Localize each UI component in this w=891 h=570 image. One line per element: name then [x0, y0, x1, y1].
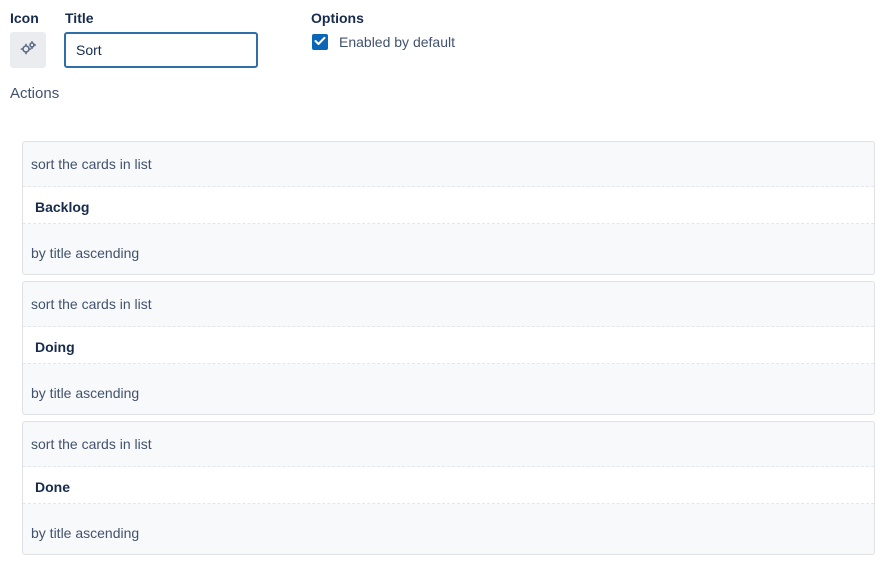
enabled-by-default-label[interactable]: Enabled by default	[339, 34, 455, 50]
action-card: sort the cards in list Doing by title as…	[22, 281, 875, 415]
action-sort-order[interactable]: by title ascending	[31, 385, 139, 401]
title-label: Title	[65, 10, 94, 26]
rule-editor: Icon Title Options Sort Enabled by defau…	[0, 0, 891, 570]
action-sort-order[interactable]: by title ascending	[31, 245, 139, 261]
action-description-row: sort the cards in list	[23, 142, 874, 187]
action-description-row: sort the cards in list	[23, 422, 874, 467]
action-list-name[interactable]: Backlog	[35, 199, 89, 215]
action-list-row[interactable]: Done	[23, 467, 874, 504]
action-sort-row[interactable]: by title ascending	[23, 224, 874, 274]
action-description: sort the cards in list	[31, 296, 152, 312]
action-card: sort the cards in list Done by title asc…	[22, 421, 875, 555]
icon-label: Icon	[10, 10, 39, 26]
actions-heading: Actions	[10, 85, 60, 102]
action-sort-row[interactable]: by title ascending	[23, 364, 874, 414]
action-sort-order[interactable]: by title ascending	[31, 525, 139, 541]
action-description: sort the cards in list	[31, 156, 152, 172]
enabled-by-default-checkbox[interactable]	[312, 34, 328, 50]
action-list-name[interactable]: Done	[35, 479, 70, 495]
action-card: sort the cards in list Backlog by title …	[22, 141, 875, 275]
title-input[interactable]	[64, 32, 258, 68]
action-list-row[interactable]: Doing	[23, 327, 874, 364]
action-list-row[interactable]: Backlog	[23, 187, 874, 224]
icon-picker-button[interactable]	[10, 32, 46, 68]
action-description-row: sort the cards in list	[23, 282, 874, 327]
checkmark-icon	[314, 33, 326, 51]
action-description: sort the cards in list	[31, 436, 152, 452]
action-sort-row[interactable]: by title ascending	[23, 504, 874, 554]
gears-icon	[20, 40, 37, 60]
action-list-name[interactable]: Doing	[35, 339, 75, 355]
options-label: Options	[311, 10, 364, 26]
